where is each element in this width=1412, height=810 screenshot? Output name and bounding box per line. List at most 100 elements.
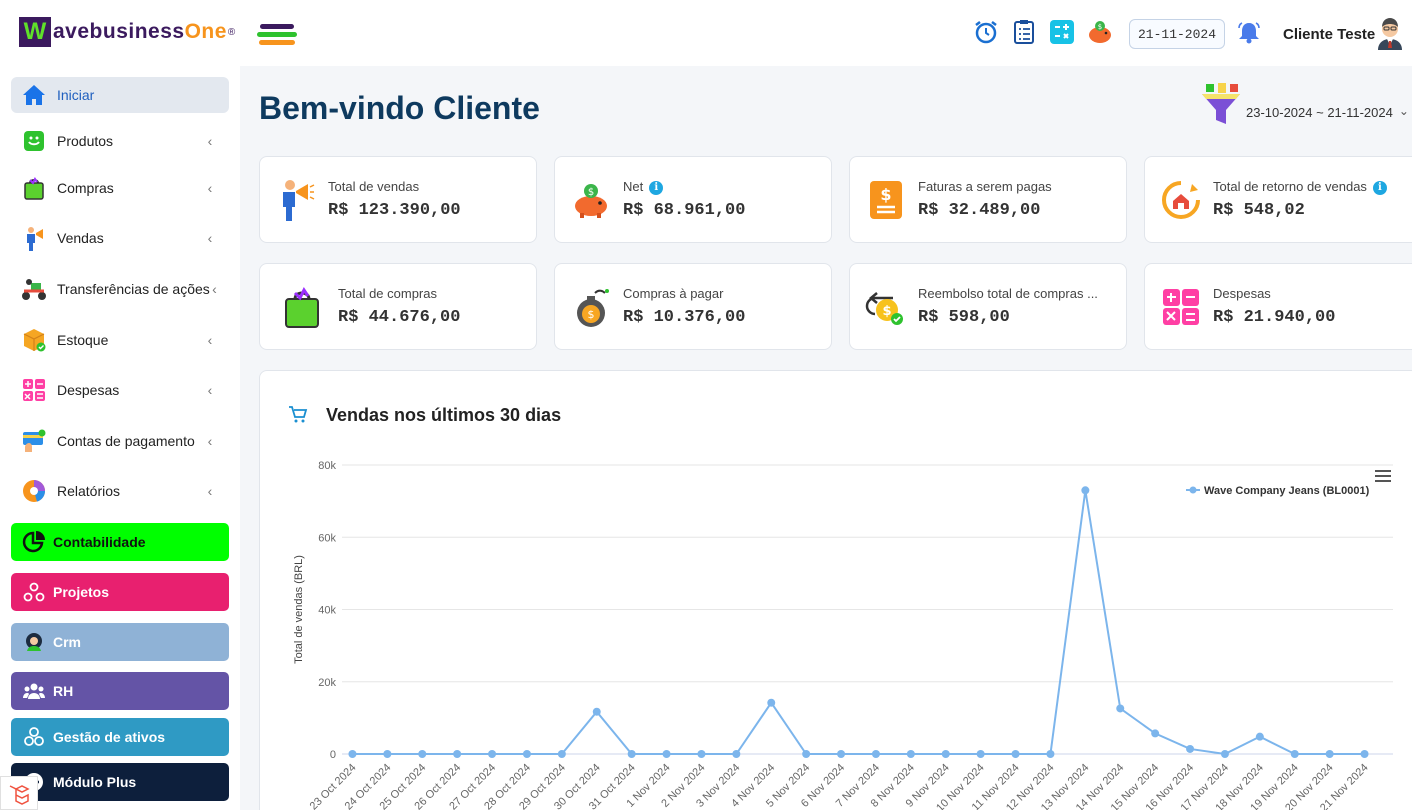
data-point	[348, 750, 357, 758]
card-retorno-vendas[interactable]: Total de retorno de vendas i R$ 548,02	[1144, 156, 1412, 243]
users-icon	[21, 678, 47, 704]
calculator-app-icon[interactable]	[1048, 18, 1076, 46]
logo-registered: ®	[227, 26, 236, 38]
calculator-icon	[1159, 284, 1203, 330]
sidebar-item-compras[interactable]: Compras ‹	[11, 170, 229, 206]
sidebar-item-relatorios[interactable]: Relatórios ‹	[11, 473, 229, 509]
module-rh[interactable]: RH	[11, 672, 229, 710]
logo-mark: W	[19, 17, 51, 47]
data-point	[1011, 750, 1020, 758]
refund-coin-icon: $	[864, 284, 908, 330]
sidebar-item-iniciar[interactable]: Iniciar	[11, 77, 229, 113]
chevron-left-icon: ‹	[207, 180, 213, 196]
card-icon	[21, 428, 47, 454]
data-point	[871, 750, 880, 758]
sidebar-item-estoque[interactable]: Estoque ‹	[11, 322, 229, 358]
date-range-filter[interactable]: 23-10-2024 ~ 21-11-2024 ⌄	[1200, 82, 1409, 126]
sales-chart-panel: Vendas nos últimos 30 dias 0 20k 40k 60k 80k…	[259, 370, 1412, 810]
alarm-clock-icon[interactable]	[972, 18, 1000, 46]
module-modulo-plus[interactable]: Módulo Plus	[11, 763, 229, 801]
salesman-icon	[21, 225, 47, 251]
current-date[interactable]: 21-11-2024	[1129, 19, 1225, 49]
user-name[interactable]: Cliente Teste	[1283, 26, 1375, 43]
data-point	[1081, 486, 1090, 495]
page-title: Bem-vindo Cliente	[259, 90, 540, 126]
module-projetos[interactable]: Projetos	[11, 573, 229, 611]
assets-icon	[21, 724, 47, 750]
data-point	[1220, 750, 1229, 758]
sidebar-item-produtos[interactable]: Produtos ‹	[11, 123, 229, 159]
card-value: R$ 44.676,00	[338, 308, 461, 327]
box-smile-icon	[21, 128, 47, 154]
nodes-icon	[21, 579, 47, 605]
data-point	[837, 750, 846, 758]
y-tick-label: 60k	[318, 532, 336, 544]
card-value: R$ 10.376,00	[623, 308, 746, 327]
module-crm[interactable]: Crm	[11, 623, 229, 661]
card-value: R$ 548,02	[1213, 201, 1305, 220]
sidebar: Iniciar Produtos ‹ Compras ‹ Vendas ‹ Tr…	[0, 66, 240, 810]
chevron-left-icon: ‹	[207, 483, 213, 499]
shopping-bag-icon	[280, 284, 324, 330]
module-gestao-ativos[interactable]: Gestão de ativos	[11, 718, 229, 756]
chevron-down-icon: ⌄	[1398, 104, 1409, 118]
calculator-icon	[21, 377, 47, 403]
card-despesas[interactable]: Despesas R$ 21.940,00	[1144, 263, 1412, 350]
card-value: R$ 21.940,00	[1213, 308, 1336, 327]
data-point	[1325, 750, 1334, 758]
data-point	[697, 750, 706, 758]
logo[interactable]: W avebusinessOne ®	[19, 17, 235, 47]
data-point	[976, 750, 985, 758]
data-point	[453, 750, 462, 758]
sidebar-item-vendas[interactable]: Vendas ‹	[11, 220, 229, 256]
piggy-bank-icon[interactable]: $	[1086, 18, 1114, 46]
data-point	[1116, 704, 1125, 713]
legend-label: Wave Company Jeans (BL0001)	[1204, 485, 1370, 497]
data-point	[1290, 750, 1299, 758]
sidebar-item-contas-pagamento[interactable]: Contas de pagamento ‹	[11, 423, 229, 459]
info-icon[interactable]: i	[1372, 180, 1387, 195]
sidebar-item-despesas[interactable]: Despesas ‹	[11, 372, 229, 408]
card-compras-pagar[interactable]: $ Compras à pagar R$ 10.376,00	[554, 263, 832, 350]
data-point	[1046, 750, 1055, 758]
svg-text:$: $	[882, 304, 891, 319]
y-tick-label: 0	[330, 749, 336, 761]
series-line	[352, 490, 1365, 756]
top-icons: $	[972, 18, 1124, 46]
svg-text:$: $	[880, 185, 891, 204]
date-range-text: 23-10-2024 ~ 21-11-2024	[1246, 104, 1393, 120]
module-contabilidade[interactable]: Contabilidade	[11, 523, 229, 561]
card-value: R$ 123.390,00	[328, 201, 461, 220]
y-tick-label: 80k	[318, 460, 336, 472]
data-point	[1151, 729, 1160, 738]
laravel-logo-icon	[9, 785, 30, 805]
svg-text:$: $	[1098, 23, 1102, 31]
card-value: R$ 598,00	[918, 308, 1010, 327]
info-icon[interactable]: i	[649, 180, 664, 195]
sales-line-chart: 020k40k60k80kTotal de vendas (BRL)23 Oct…	[293, 460, 1393, 810]
avatar[interactable]	[1375, 16, 1405, 50]
pie-chart-icon	[21, 478, 47, 504]
shopping-bag-icon	[21, 175, 47, 201]
data-point	[418, 750, 427, 758]
bell-icon[interactable]	[1236, 20, 1262, 46]
menu-toggle-button[interactable]	[257, 24, 297, 46]
card-faturas[interactable]: $ Faturas a serem pagas R$ 32.489,00	[849, 156, 1127, 243]
clipboard-list-icon[interactable]	[1010, 18, 1038, 46]
card-net[interactable]: $ Net i R$ 68.961,00	[554, 156, 832, 243]
piggy-bank-icon: $	[569, 177, 613, 223]
headset-icon	[21, 629, 47, 655]
sidebar-item-transferencias[interactable]: Transferências de ações ‹	[11, 271, 229, 307]
money-bag-icon: $	[569, 284, 613, 330]
return-home-icon	[1159, 177, 1203, 223]
data-point	[802, 750, 811, 758]
card-total-compras[interactable]: Total de compras R$ 44.676,00	[259, 263, 537, 350]
filter-funnel-icon	[1202, 83, 1240, 124]
card-reembolso[interactable]: $ Reembolso total de compras ... R$ 598,…	[849, 263, 1127, 350]
card-total-vendas[interactable]: Total de vendas R$ 123.390,00	[259, 156, 537, 243]
megaphone-man-icon	[274, 177, 318, 223]
debug-bar-tab[interactable]	[0, 776, 38, 810]
data-point	[732, 750, 741, 758]
chevron-left-icon: ‹	[207, 382, 213, 398]
data-point	[627, 750, 636, 758]
